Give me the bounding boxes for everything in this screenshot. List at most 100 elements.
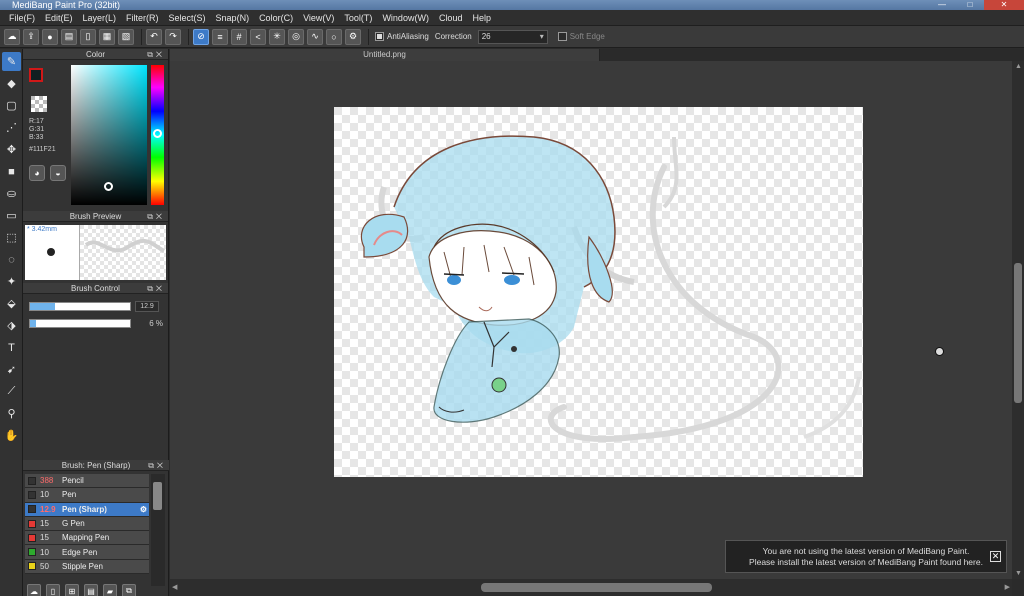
menu-edit[interactable]: Edit(E) xyxy=(40,10,78,26)
transparent-color-swatch[interactable] xyxy=(31,96,47,112)
curve-snap-icon[interactable]: ∿ xyxy=(307,28,323,45)
parallel-snap-icon[interactable]: ≡ xyxy=(212,28,228,45)
add-brush-icon[interactable]: ⊞ xyxy=(65,584,79,596)
brush-settings-gear-icon[interactable]: ⚙ xyxy=(140,505,147,514)
page-icon[interactable]: ▯ xyxy=(80,28,96,45)
panel-float-close-icon[interactable]: ⧉✕ xyxy=(148,460,166,471)
text-tool-icon[interactable]: T xyxy=(2,338,21,357)
lasso-tool-icon[interactable]: ◌ xyxy=(2,250,21,269)
correction-select[interactable]: 26 xyxy=(477,29,548,44)
menu-filter[interactable]: Filter(R) xyxy=(121,10,164,26)
undo-icon[interactable]: ↶ xyxy=(146,28,162,45)
eraser-tool-icon[interactable]: ◆ xyxy=(2,74,21,93)
bucket-tool-icon[interactable]: ⛀ xyxy=(2,184,21,203)
menu-view[interactable]: View(V) xyxy=(298,10,339,26)
document-tab[interactable]: Untitled.png xyxy=(170,49,600,61)
select-eraser-tool-icon[interactable]: ⬗ xyxy=(2,316,21,335)
panel-float-close-icon[interactable]: ⧉✕ xyxy=(147,211,165,222)
move-tool-icon[interactable]: ✥ xyxy=(2,140,21,159)
notice-line-2[interactable]: Please install the latest version of Med… xyxy=(726,557,1006,568)
brush-list-actions: ☁ ▯ ⊞ ▤ ▰ ⧉ xyxy=(27,584,141,596)
scroll-left-arrow-icon[interactable]: ◀ xyxy=(172,583,177,591)
concentric-snap-icon[interactable]: ◎ xyxy=(288,28,304,45)
select-tool-icon[interactable]: ⬚ xyxy=(2,228,21,247)
divide-tool-icon[interactable]: ⟋ xyxy=(2,382,21,401)
scroll-right-arrow-icon[interactable]: ▶ xyxy=(1005,583,1010,591)
menu-layer[interactable]: Layer(L) xyxy=(78,10,122,26)
scroll-up-arrow-icon[interactable]: ▲ xyxy=(1015,63,1022,70)
brush-list-item[interactable]: 10 Pen xyxy=(25,488,149,503)
radial-snap-icon[interactable]: ✳ xyxy=(269,28,285,45)
brush-list-item[interactable]: 10 Edge Pen xyxy=(25,545,149,560)
correction-label: Correction xyxy=(434,32,472,41)
cloud-brush-icon[interactable]: ☁ xyxy=(27,584,41,596)
fill-rect-tool-icon[interactable]: ■ xyxy=(2,162,21,181)
brush-opacity-slider[interactable] xyxy=(29,319,131,328)
gradient-tool-icon[interactable]: ▭ xyxy=(2,206,21,225)
layout-icon[interactable]: ▧ xyxy=(118,28,134,45)
scroll-down-arrow-icon[interactable]: ▼ xyxy=(1015,570,1022,577)
brush-list-item[interactable]: 15 G Pen xyxy=(25,516,149,532)
menu-file[interactable]: File(F) xyxy=(4,10,40,26)
menu-color[interactable]: Color(C) xyxy=(254,10,298,26)
menu-cloud[interactable]: Cloud xyxy=(434,10,468,26)
palette-icon[interactable]: ◕ xyxy=(29,165,45,181)
upload-icon[interactable]: ⇪ xyxy=(23,28,39,45)
panel-float-close-icon[interactable]: ⧉✕ xyxy=(147,283,165,294)
brush-size-slider[interactable] xyxy=(29,302,131,311)
brush-list-item[interactable]: 388 Pencil xyxy=(25,474,149,489)
vertical-scroll-thumb[interactable] xyxy=(1014,263,1022,403)
soft-edge-checkbox[interactable] xyxy=(557,32,567,41)
eyedropper-tool-icon[interactable]: ⚲ xyxy=(2,404,21,423)
operation-tool-icon[interactable]: ➹ xyxy=(2,360,21,379)
vanishing-snap-icon[interactable]: < xyxy=(250,28,266,45)
duplicate-brush-icon[interactable]: ⧉ xyxy=(122,584,136,596)
select-pen-tool-icon[interactable]: ⬙ xyxy=(2,294,21,313)
brush-list-scroll-thumb[interactable] xyxy=(153,482,162,510)
menu-help[interactable]: Help xyxy=(467,10,496,26)
brush-color-swatch xyxy=(28,490,36,499)
menu-select[interactable]: Select(S) xyxy=(164,10,211,26)
color-picker-icon[interactable]: ◒ xyxy=(50,165,66,181)
brush-list-item[interactable]: 50 Stipple Pen xyxy=(25,559,149,575)
antialiasing-checkbox[interactable] xyxy=(375,32,384,41)
update-notification[interactable]: You are not using the latest version of … xyxy=(725,540,1007,573)
brush-list-item[interactable]: 15 Mapping Pen xyxy=(25,531,149,546)
cloud-icon[interactable]: ☁ xyxy=(4,28,20,45)
snap-settings-icon[interactable]: ⚙ xyxy=(345,28,361,45)
brush-list-scrollbar[interactable] xyxy=(151,474,165,586)
brush-file-icon[interactable]: ▤ xyxy=(84,584,98,596)
maximize-button[interactable]: □ xyxy=(956,0,984,10)
menu-snap[interactable]: Snap(N) xyxy=(211,10,255,26)
hue-slider-cursor[interactable] xyxy=(153,129,162,138)
drawing-canvas[interactable] xyxy=(334,107,863,477)
foreground-color-swatch[interactable] xyxy=(29,68,43,82)
cross-snap-icon[interactable]: # xyxy=(231,28,247,45)
canvas-workspace[interactable] xyxy=(170,61,1012,579)
new-brush-icon[interactable]: ▯ xyxy=(46,584,60,596)
menu-window[interactable]: Window(W) xyxy=(377,10,434,26)
brush-list-item[interactable]: 12.9 Pen (Sharp) ⚙ xyxy=(25,502,149,517)
brush-folder-icon[interactable]: ▰ xyxy=(103,584,117,596)
hand-tool-icon[interactable]: ✋ xyxy=(2,426,21,445)
brush-tool-icon[interactable]: ✎ xyxy=(2,52,21,71)
snap-off-icon[interactable]: ⊘ xyxy=(193,28,209,45)
redo-icon[interactable]: ↷ xyxy=(165,28,181,45)
grid-icon[interactable]: ▦ xyxy=(99,28,115,45)
magic-wand-tool-icon[interactable]: ✦ xyxy=(2,272,21,291)
menu-tool[interactable]: Tool(T) xyxy=(339,10,377,26)
horizontal-scroll-thumb[interactable] xyxy=(481,583,712,592)
panel-float-close-icon[interactable]: ⧉✕ xyxy=(147,49,165,60)
dot-tool-icon[interactable]: ⋰ xyxy=(2,118,21,137)
comment-icon[interactable]: ● xyxy=(42,28,58,45)
circle-snap-icon[interactable]: ○ xyxy=(326,28,342,45)
shape-tool-icon[interactable]: ▢ xyxy=(2,96,21,115)
message-icon[interactable]: ▤ xyxy=(61,28,77,45)
sv-picker-cursor[interactable] xyxy=(104,182,113,191)
minimize-button[interactable]: — xyxy=(928,0,956,10)
close-button[interactable]: ✕ xyxy=(984,0,1024,10)
notice-close-icon[interactable]: ✕ xyxy=(990,551,1001,562)
horizontal-scrollbar[interactable]: ◀ ▶ xyxy=(170,579,1012,596)
brush-size-value[interactable]: 12.9 xyxy=(135,301,159,312)
vertical-scrollbar[interactable]: ▲ ▼ xyxy=(1012,61,1024,579)
